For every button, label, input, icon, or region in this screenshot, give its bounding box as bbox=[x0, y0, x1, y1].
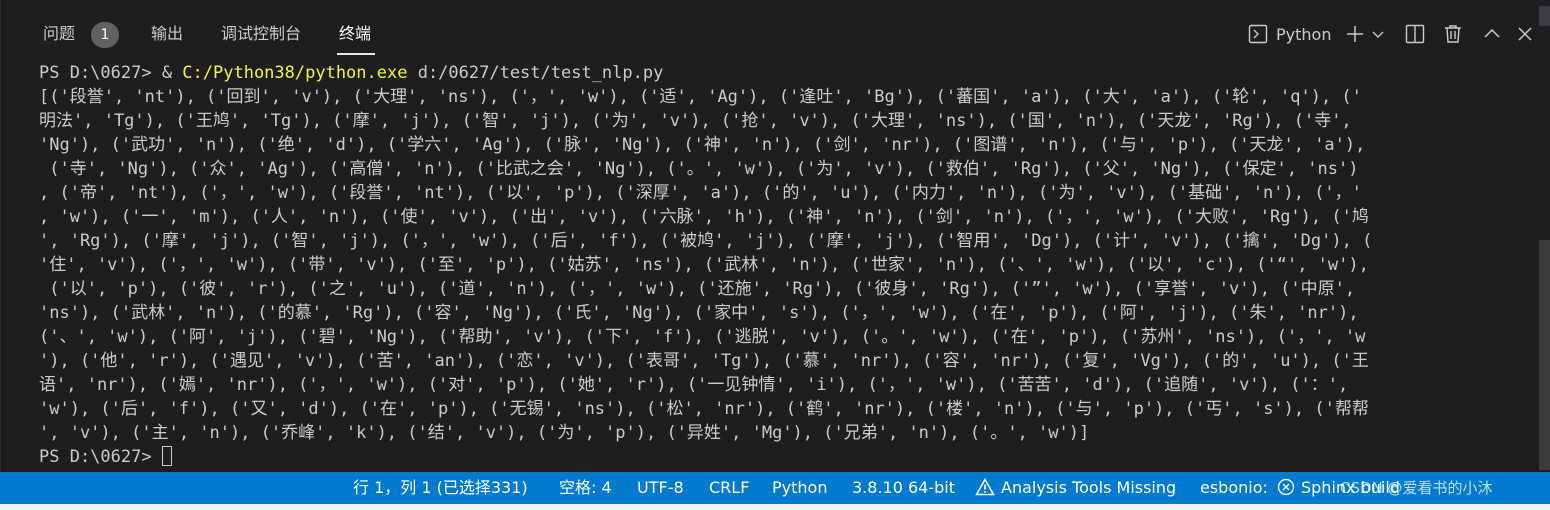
scrollbar-top-marker bbox=[1539, 6, 1550, 26]
status-interpreter[interactable]: 3.8.10 64-bit bbox=[852, 472, 955, 504]
terminal-selector[interactable]: Python bbox=[1248, 20, 1332, 48]
split-terminal-button[interactable] bbox=[1404, 20, 1426, 48]
split-icon bbox=[1405, 24, 1425, 44]
terminal-panel: 问题 1 输出 调试控制台 终端 Python PS D:\0627> & C:… bbox=[0, 0, 1550, 472]
watermark-text: CSDN @爱看书的小沐 bbox=[1340, 479, 1493, 497]
error-circle-icon bbox=[1273, 478, 1301, 497]
terminal-dropdown-button[interactable] bbox=[1370, 20, 1386, 48]
analysis-tools-label: Analysis Tools Missing bbox=[1001, 478, 1177, 497]
close-panel-button[interactable] bbox=[1515, 20, 1535, 48]
scrollbar-thumb[interactable] bbox=[1539, 240, 1550, 470]
terminal-line: ('以', 'p'), ('彼', 'r'), ('之', 'u'), ('道'… bbox=[39, 279, 1356, 299]
status-encoding[interactable]: UTF-8 bbox=[637, 472, 684, 504]
tab-debug-console[interactable]: 调试控制台 bbox=[221, 20, 301, 48]
terminal-line: 语', 'nr'), ('嫣', 'nr'), ('，', 'w'), ('对'… bbox=[39, 375, 1349, 395]
terminal-line-command: PS D:\0627> & C:/Python38/python.exe d:/… bbox=[39, 63, 664, 83]
terminal-line: ('、', 'w'), ('阿', 'j'), ('碧', 'Ng'), ('帮… bbox=[39, 327, 1366, 347]
terminal-line: '住', 'v'), ('，', 'w'), ('带', 'v'), ('至',… bbox=[39, 255, 1369, 275]
terminal-line: , ('帝', 'nt'), ('，', 'w'), ('段誉', 'nt'),… bbox=[39, 183, 1362, 203]
tab-output[interactable]: 输出 bbox=[151, 20, 183, 48]
plus-icon bbox=[1345, 24, 1365, 44]
chevron-down-icon bbox=[1371, 27, 1385, 41]
terminal-line: 'w'), ('后', 'f'), ('又', 'd'), ('在', 'p')… bbox=[39, 399, 1369, 419]
command-executable: C:/Python38/python.exe bbox=[182, 63, 408, 83]
status-eol[interactable]: CRLF bbox=[709, 472, 749, 504]
warning-icon bbox=[975, 477, 1001, 497]
terminal-line: ', 'Rg'), ('摩', 'j'), ('智', 'j'), ('，', … bbox=[39, 231, 1373, 251]
new-terminal-button[interactable] bbox=[1344, 20, 1366, 48]
terminal-line-prompt: PS D:\0627> bbox=[39, 445, 1529, 469]
kill-terminal-button[interactable] bbox=[1442, 20, 1464, 48]
terminal-line: , 'w'), ('一', 'm'), ('人', 'n'), ('使', 'v… bbox=[39, 207, 1369, 227]
bottom-edge bbox=[0, 504, 1550, 510]
tab-problems[interactable]: 问题 bbox=[43, 20, 75, 48]
close-icon bbox=[1517, 26, 1533, 42]
terminal-output[interactable]: PS D:\0627> & C:/Python38/python.exe d:/… bbox=[39, 61, 1529, 471]
problems-count-badge: 1 bbox=[91, 22, 119, 48]
panel-tab-bar: 问题 1 输出 调试控制台 终端 Python bbox=[1, 0, 1550, 60]
terminal-line: '), ('他', 'r'), ('遇见', 'v'), ('苦', 'an')… bbox=[39, 351, 1369, 371]
trash-icon bbox=[1443, 24, 1463, 44]
terminal-line: 'Ng'), ('武功', 'n'), ('绝', 'd'), ('学六', '… bbox=[39, 135, 1366, 155]
status-cursor-position[interactable]: 行 1，列 1 (已选择331) bbox=[353, 472, 528, 504]
terminal-line: 'ns'), ('武林', 'n'), ('的慕', 'Rg'), ('容', … bbox=[39, 303, 1359, 323]
status-language[interactable]: Python bbox=[772, 472, 827, 504]
chevron-up-icon bbox=[1483, 25, 1501, 43]
terminal-icon bbox=[1248, 24, 1268, 44]
terminal-line: ', 'v'), ('主', 'n'), ('乔峰', 'k'), ('结', … bbox=[39, 423, 1090, 443]
command-argument: d:/0627/test/test_nlp.py bbox=[407, 63, 664, 83]
terminal-name-label: Python bbox=[1276, 24, 1332, 44]
status-bar: 行 1，列 1 (已选择331) 空格: 4 UTF-8 CRLF Python… bbox=[0, 472, 1550, 504]
status-indentation[interactable]: 空格: 4 bbox=[559, 472, 612, 504]
status-analysis-tools[interactable]: Analysis Tools Missing bbox=[975, 472, 1176, 504]
terminal-cursor bbox=[161, 446, 172, 466]
tab-terminal[interactable]: 终端 bbox=[339, 20, 371, 48]
terminal-line: ('寺', 'Ng'), ('众', 'Ag'), ('高僧', 'n'), (… bbox=[39, 159, 1359, 179]
terminal-line: [('段誉', 'nt'), ('回到', 'v'), ('大理', 'ns')… bbox=[39, 87, 1362, 107]
esbonio-label: esbonio: bbox=[1200, 478, 1268, 497]
terminal-line: 明法', 'Tg'), ('王鸠', 'Tg'), ('摩', 'j'), ('… bbox=[39, 111, 1352, 131]
active-tab-indicator bbox=[337, 53, 375, 55]
maximize-panel-button[interactable] bbox=[1481, 20, 1503, 48]
